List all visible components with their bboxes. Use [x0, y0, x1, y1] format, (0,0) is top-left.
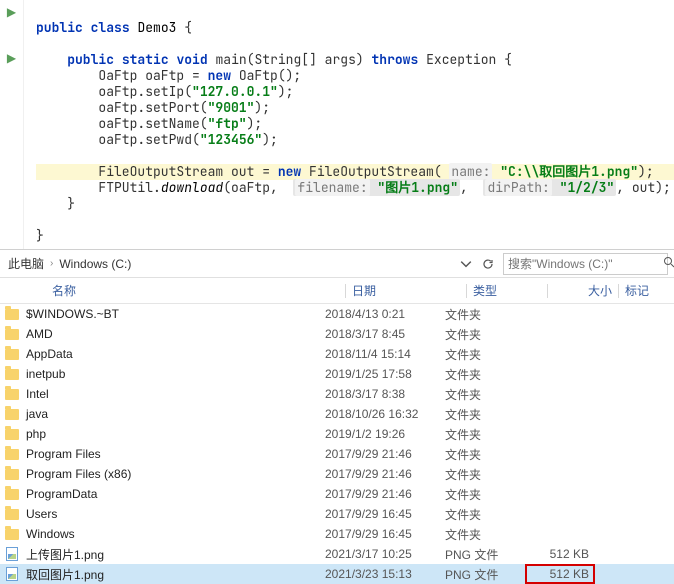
file-date: 2019/1/2 19:26 [325, 427, 445, 441]
file-type: 文件夹 [445, 426, 525, 443]
folder-icon [5, 529, 19, 540]
file-row[interactable]: php2019/1/2 19:26文件夹 [0, 424, 674, 444]
file-name: 取回图片1.png [24, 566, 325, 583]
file-date: 2018/3/17 8:45 [325, 327, 445, 341]
folder-icon [5, 489, 19, 500]
file-name: AMD [24, 327, 325, 341]
header-size[interactable]: 大小 [548, 282, 618, 299]
file-type: 文件夹 [445, 466, 525, 483]
header-name[interactable]: 名称 [20, 282, 345, 299]
file-row[interactable]: Users2017/9/29 16:45文件夹 [0, 504, 674, 524]
file-type: 文件夹 [445, 406, 525, 423]
file-date: 2017/9/29 21:46 [325, 447, 445, 461]
column-headers: 名称 日期 类型 大小 标记 [0, 278, 674, 304]
folder-icon [5, 369, 19, 380]
file-name: php [24, 427, 325, 441]
file-date: 2021/3/17 10:25 [325, 547, 445, 561]
folder-icon [5, 509, 19, 520]
folder-icon [5, 449, 19, 460]
image-file-icon [6, 567, 18, 581]
file-row[interactable]: Program Files2017/9/29 21:46文件夹 [0, 444, 674, 464]
crumb[interactable]: Windows (C:) [59, 257, 131, 271]
file-date: 2019/1/25 17:58 [325, 367, 445, 381]
file-date: 2017/9/29 21:46 [325, 487, 445, 501]
file-name: $WINDOWS.~BT [24, 307, 325, 321]
file-name: Intel [24, 387, 325, 401]
file-date: 2018/11/4 15:14 [325, 347, 445, 361]
header-date[interactable]: 日期 [346, 282, 466, 299]
file-name: Program Files (x86) [24, 467, 325, 481]
file-row[interactable]: ProgramData2017/9/29 21:46文件夹 [0, 484, 674, 504]
file-type: 文件夹 [445, 486, 525, 503]
file-type: 文件夹 [445, 506, 525, 523]
file-size: 512 KB [525, 564, 595, 584]
header-tag[interactable]: 标记 [619, 282, 674, 299]
file-size: 512 KB [525, 547, 595, 561]
code-area[interactable]: public class Demo3 { public static void … [24, 0, 674, 249]
file-date: 2017/9/29 16:45 [325, 507, 445, 521]
file-row[interactable]: Intel2018/3/17 8:38文件夹 [0, 384, 674, 404]
folder-icon [5, 469, 19, 480]
file-type: 文件夹 [445, 326, 525, 343]
folder-icon [5, 349, 19, 360]
file-name: Users [24, 507, 325, 521]
file-date: 2017/9/29 21:46 [325, 467, 445, 481]
breadcrumb[interactable]: 此电脑 › Windows (C:) [0, 255, 455, 272]
file-type: PNG 文件 [445, 546, 525, 563]
file-name: AppData [24, 347, 325, 361]
file-type: 文件夹 [445, 446, 525, 463]
file-row[interactable]: Program Files (x86)2017/9/29 21:46文件夹 [0, 464, 674, 484]
file-name: 上传图片1.png [24, 546, 325, 563]
file-name: java [24, 407, 325, 421]
search-input[interactable] [508, 257, 663, 271]
header-type[interactable]: 类型 [467, 282, 547, 299]
file-row[interactable]: java2018/10/26 16:32文件夹 [0, 404, 674, 424]
dropdown-button[interactable] [455, 254, 477, 274]
refresh-button[interactable] [477, 254, 499, 274]
search-box[interactable] [503, 253, 668, 275]
chevron-down-icon [460, 258, 472, 270]
code-editor: ▶ ▶ public class Demo3 { public static v… [0, 0, 674, 250]
file-type: PNG 文件 [445, 566, 525, 583]
folder-icon [5, 409, 19, 420]
run-gutter-icon[interactable]: ▶ [0, 4, 23, 20]
file-name: Program Files [24, 447, 325, 461]
file-date: 2021/3/23 15:13 [325, 567, 445, 581]
file-name: ProgramData [24, 487, 325, 501]
file-date: 2018/10/26 16:32 [325, 407, 445, 421]
file-row[interactable]: $WINDOWS.~BT2018/4/13 0:21文件夹 [0, 304, 674, 324]
file-name: Windows [24, 527, 325, 541]
run-gutter-icon[interactable]: ▶ [0, 50, 23, 66]
folder-icon [5, 389, 19, 400]
image-file-icon [6, 547, 18, 561]
file-date: 2017/9/29 16:45 [325, 527, 445, 541]
file-row[interactable]: Windows2017/9/29 16:45文件夹 [0, 524, 674, 544]
folder-icon [5, 309, 19, 320]
chevron-right-icon: › [50, 258, 53, 269]
file-type: 文件夹 [445, 386, 525, 403]
file-type: 文件夹 [445, 306, 525, 323]
file-row[interactable]: AppData2018/11/4 15:14文件夹 [0, 344, 674, 364]
file-row[interactable]: inetpub2019/1/25 17:58文件夹 [0, 364, 674, 384]
file-date: 2018/3/17 8:38 [325, 387, 445, 401]
file-row[interactable]: 取回图片1.png2021/3/23 15:13PNG 文件512 KB [0, 564, 674, 584]
folder-icon [5, 329, 19, 340]
explorer-pathbar: 此电脑 › Windows (C:) [0, 250, 674, 278]
file-date: 2018/4/13 0:21 [325, 307, 445, 321]
file-type: 文件夹 [445, 526, 525, 543]
folder-icon [5, 429, 19, 440]
file-name: inetpub [24, 367, 325, 381]
file-type: 文件夹 [445, 366, 525, 383]
file-type: 文件夹 [445, 346, 525, 363]
file-row[interactable]: 上传图片1.png2021/3/17 10:25PNG 文件512 KB [0, 544, 674, 564]
crumb[interactable]: 此电脑 [8, 255, 44, 272]
file-row[interactable]: AMD2018/3/17 8:45文件夹 [0, 324, 674, 344]
file-list: $WINDOWS.~BT2018/4/13 0:21文件夹AMD2018/3/1… [0, 304, 674, 584]
gutter: ▶ ▶ [0, 0, 24, 249]
search-icon [663, 256, 674, 271]
refresh-icon [482, 258, 494, 270]
